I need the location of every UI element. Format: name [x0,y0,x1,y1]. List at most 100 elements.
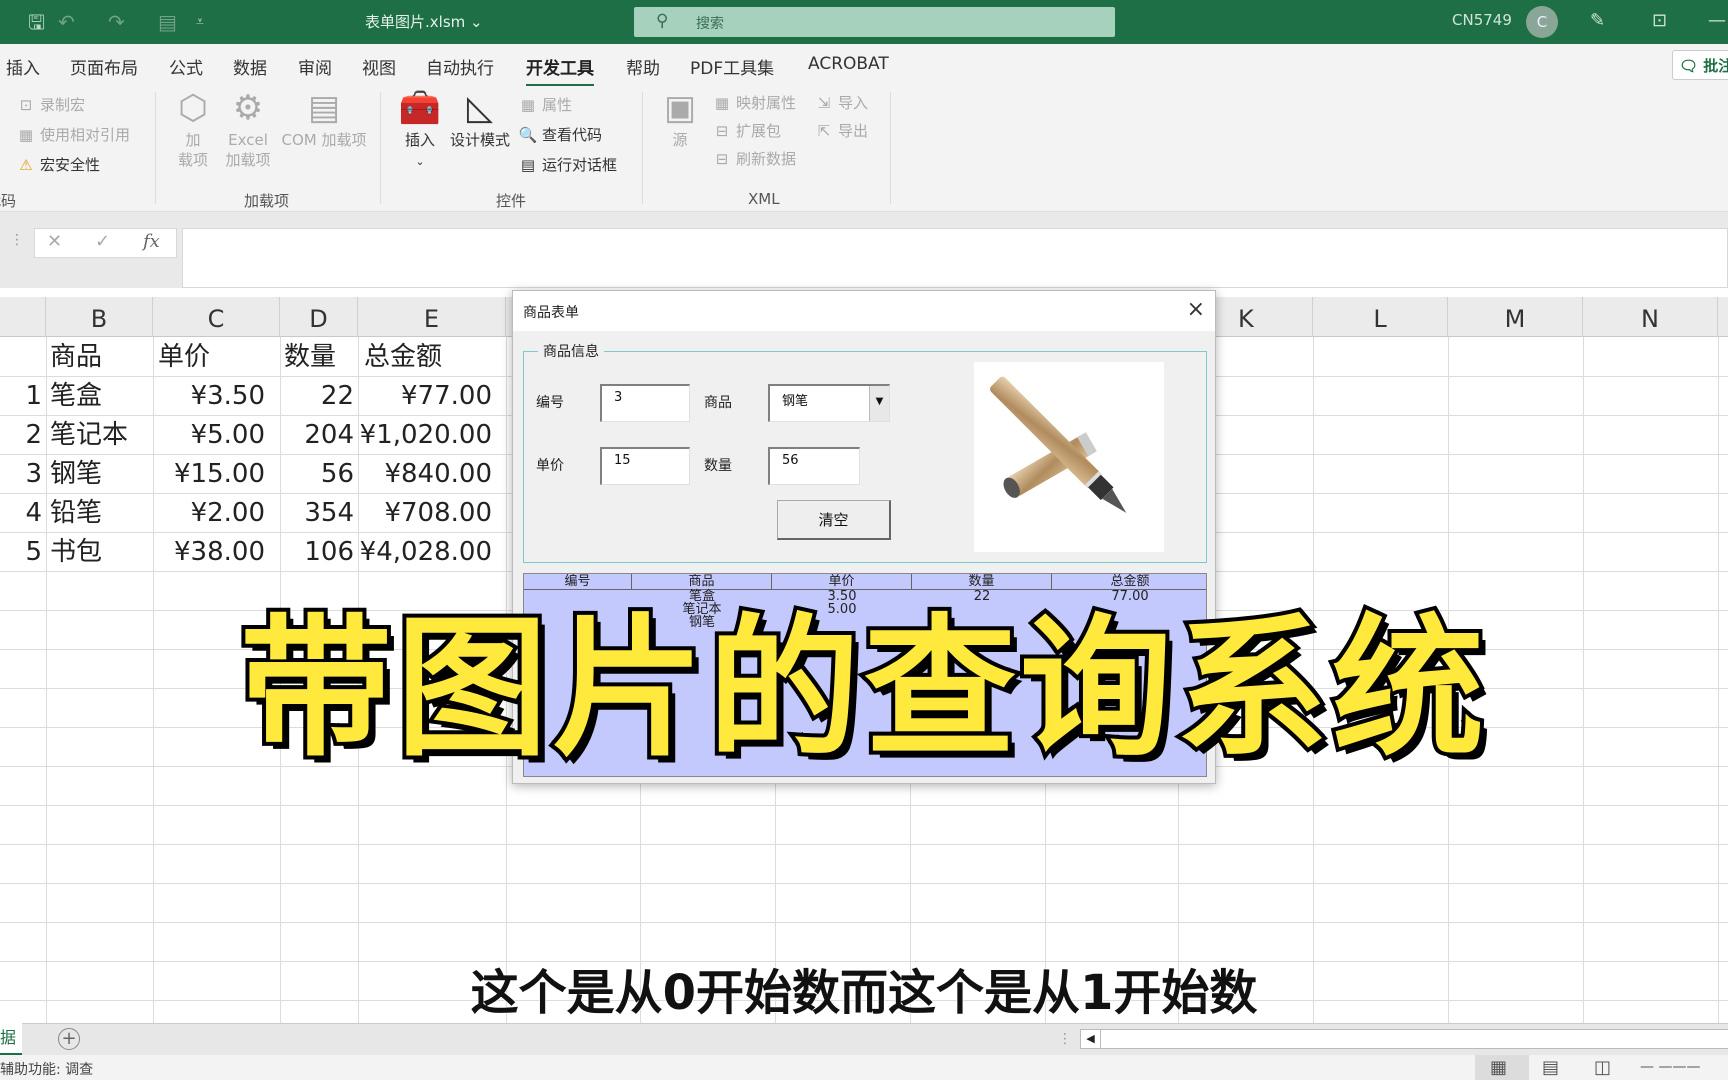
cell-d[interactable]: 204 [280,415,354,453]
page-break-view-icon[interactable]: ◫ [1594,1057,1611,1078]
page-layout-view-icon[interactable]: ▤ [1542,1057,1559,1078]
design-mode-button[interactable]: ◺ 设计模式 [448,86,512,150]
column-header-m[interactable]: M [1448,297,1583,337]
separator [642,92,643,204]
tab-insert[interactable]: 插入 [6,54,40,79]
document-title[interactable]: 表单图片.xlsm ⌄ [365,11,483,32]
sheet-tab-bar: 据 + ⋮ ◀ [0,1023,1728,1055]
price-input[interactable]: 15 [600,447,690,485]
view-code-button[interactable]: 🔍 查看代码 [518,124,602,145]
column-header-e[interactable]: E [358,297,506,337]
hexagon-icon: ⬡ [178,88,208,128]
insert-function-icon[interactable]: fx [143,231,160,252]
zoom-slider[interactable]: — ——— [1640,1059,1700,1075]
column-header-l[interactable]: L [1313,297,1448,337]
cell-b[interactable]: 笔盒 [50,376,102,414]
addins-button[interactable]: ⬡ 加 载项 [170,86,216,170]
qty-input[interactable]: 56 [768,447,860,485]
cell-d[interactable]: 56 [280,454,354,492]
cell-b-header[interactable]: 商品 [50,337,102,375]
cell-e-header[interactable]: 总金额 [364,337,442,375]
cell-c[interactable]: ¥2.00 [153,493,265,531]
cell-a[interactable]: 3 [0,454,42,492]
clear-button[interactable]: 清空 [777,500,891,540]
ribbon-display-icon[interactable]: ⊡ [1652,10,1667,31]
xml-import-button[interactable]: ⇲ 导入 [814,92,868,113]
tab-review[interactable]: 审阅 [298,54,332,79]
cell-a[interactable]: 1 [0,376,42,414]
tab-data[interactable]: 数据 [233,54,267,79]
product-combobox[interactable]: 钢笔 ▼ [768,384,890,422]
undo-icon[interactable]: ↶ [58,10,75,34]
expansion-packs-button[interactable]: ⊟ 扩展包 [712,120,781,141]
column-header-a[interactable] [0,297,46,337]
column-header-b[interactable]: B [46,297,153,337]
dropdown-arrow-icon[interactable]: ▼ [869,386,889,421]
insert-control-button[interactable]: 🧰 插入 ⌄ [398,86,442,172]
column-header-d[interactable]: D [280,297,358,337]
scroll-left-icon[interactable]: ◀ [1081,1030,1101,1048]
cell-a[interactable]: 2 [0,415,42,453]
form-icon[interactable]: ▤ [158,10,177,34]
cell-e[interactable]: ¥708.00 [358,493,492,531]
cell-c-header[interactable]: 单价 [158,337,210,375]
properties-button[interactable]: ▦ 属性 [518,94,572,115]
add-sheet-icon[interactable]: + [58,1028,80,1050]
accessibility-status[interactable]: 辅助功能: 调查 [0,1059,93,1079]
cell-b[interactable]: 钢笔 [50,454,102,492]
cell-e[interactable]: ¥1,020.00 [358,415,492,453]
cell-e[interactable]: ¥77.00 [358,376,492,414]
insert-control-label: 插入 [404,131,435,149]
cell-c[interactable]: ¥5.00 [153,415,265,453]
refresh-data-button[interactable]: ⊟ 刷新数据 [712,148,796,169]
tab-page-layout[interactable]: 页面布局 [70,54,138,79]
product-info-frame: 商品信息 编号 3 商品 钢笔 ▼ 单价 15 数量 56 清空 [523,341,1207,563]
tab-automate[interactable]: 自动执行 [426,54,494,79]
redo-icon[interactable]: ↷ [108,10,125,34]
run-dialog-button[interactable]: ▤ 运行对话框 [518,154,617,175]
tab-pdf-tools[interactable]: PDF工具集 [690,54,774,79]
save-icon[interactable]: 🖫 [28,10,45,34]
search-box[interactable]: ⚲ 搜索 [634,7,1115,37]
pen-icon[interactable]: ✎ [1590,10,1605,31]
cell-b[interactable]: 铅笔 [50,493,102,531]
horizontal-scrollbar[interactable]: ◀ [1080,1029,1728,1049]
sheet-tab[interactable]: 据 [0,1023,22,1055]
relative-ref-button[interactable]: ▦ 使用相对引用 [16,124,130,145]
cell-e[interactable]: ¥840.00 [358,454,492,492]
column-header-c[interactable]: C [153,297,280,337]
map-properties-button[interactable]: ▦ 映射属性 [712,92,796,113]
id-input[interactable]: 3 [600,384,690,422]
drag-handle-icon[interactable]: ⋮ [10,232,24,248]
splitter-handle-icon[interactable]: ⋮ [1058,1031,1072,1047]
cell-d[interactable]: 354 [280,493,354,531]
cell-d[interactable]: 22 [280,376,354,414]
tab-developer[interactable]: 开发工具 [526,54,594,87]
excel-addins-button[interactable]: ⚙ Excel 加载项 [222,86,274,170]
cancel-icon[interactable]: ✕ [47,231,62,252]
column-header-n[interactable]: N [1583,297,1718,337]
com-addins-button[interactable]: ▤ COM 加载项 [276,86,372,150]
cell-d-header[interactable]: 数量 [284,337,336,375]
macro-security-button[interactable]: ⚠ 宏安全性 [16,154,100,175]
customize-qat-icon[interactable]: ⩡ [196,10,204,34]
cell-b[interactable]: 笔记本 [50,415,128,453]
comments-button[interactable]: 🗨 批注 [1672,50,1728,80]
avatar[interactable]: C [1526,6,1558,38]
dialog-title-bar[interactable]: 商品表单 × [513,291,1215,331]
xml-source-button[interactable]: ▣ 源 [660,86,700,150]
xml-export-button[interactable]: ⇱ 导出 [814,120,868,141]
close-icon[interactable]: × [1187,297,1205,322]
minimize-icon[interactable]: — [1708,10,1726,31]
record-macro-button[interactable]: ⊡ 录制宏 [16,94,85,115]
enter-icon[interactable]: ✓ [95,231,110,252]
cell-c[interactable]: ¥15.00 [153,454,265,492]
cell-c[interactable]: ¥3.50 [153,376,265,414]
cell-a[interactable]: 4 [0,493,42,531]
tab-help[interactable]: 帮助 [626,54,660,79]
tab-acrobat[interactable]: ACROBAT [808,54,889,74]
normal-view-icon[interactable]: ▦ [1490,1057,1507,1078]
formula-input[interactable] [182,228,1728,288]
tab-view[interactable]: 视图 [362,54,396,79]
tab-formulas[interactable]: 公式 [169,54,203,79]
